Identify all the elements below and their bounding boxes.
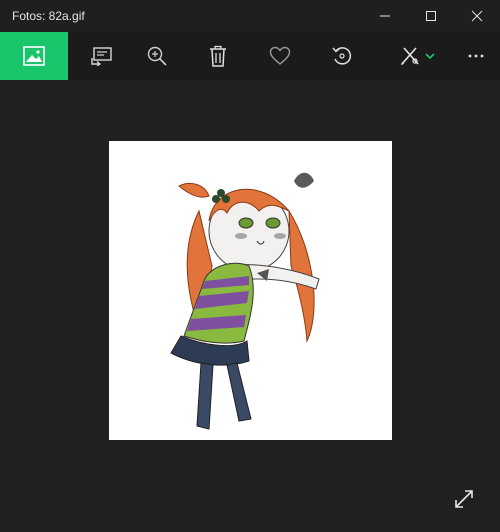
delete-button[interactable]: [196, 32, 240, 80]
title-bar: Fotos: 82a.gif: [0, 0, 500, 33]
heart-icon: [269, 46, 291, 65]
photo-image[interactable]: [109, 141, 392, 440]
favorite-button[interactable]: [258, 32, 302, 80]
window-title: Fotos: 82a.gif: [12, 9, 85, 23]
close-button[interactable]: [454, 0, 500, 32]
maximize-button[interactable]: [408, 0, 454, 32]
slideshow-button[interactable]: [80, 32, 124, 80]
viewer-area: [0, 80, 500, 532]
minimize-icon: [380, 15, 390, 17]
expand-button[interactable]: [450, 485, 478, 513]
chevron-down-icon: [425, 53, 435, 60]
more-icon: [468, 54, 484, 58]
view-photo-button[interactable]: [0, 32, 68, 80]
more-button[interactable]: [458, 32, 494, 80]
edit-pencil-icon: [401, 47, 419, 65]
expand-icon: [455, 490, 473, 508]
edit-and-create-button[interactable]: [392, 32, 442, 80]
image-icon: [23, 46, 45, 66]
anime-girl-illustration: [170, 172, 320, 430]
rotate-button[interactable]: [320, 32, 364, 80]
maximize-icon: [426, 11, 436, 21]
rotate-icon: [332, 47, 352, 65]
toolbar: [0, 32, 500, 80]
zoom-in-icon: [147, 46, 167, 66]
slideshow-icon: [91, 47, 112, 66]
zoom-in-button[interactable]: [135, 32, 179, 80]
trash-icon: [210, 45, 226, 67]
close-icon: [471, 10, 483, 22]
minimize-button[interactable]: [362, 0, 408, 32]
